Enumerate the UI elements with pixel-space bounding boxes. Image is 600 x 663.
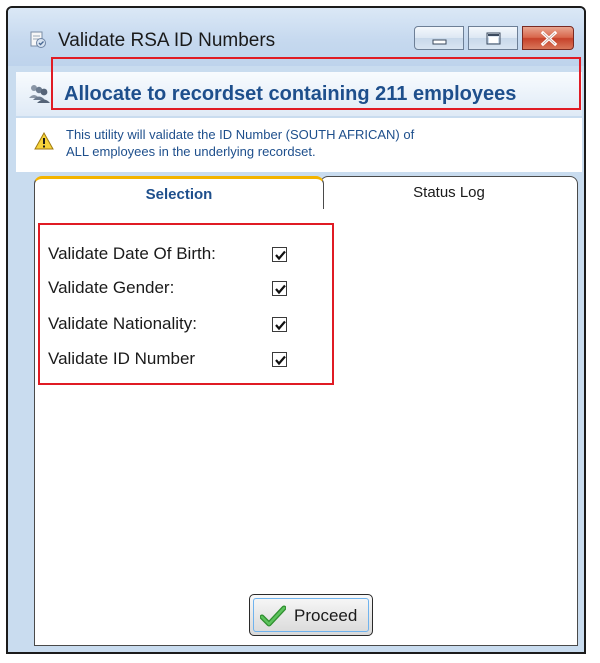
document-validate-icon xyxy=(28,30,48,50)
title-bar[interactable]: Validate RSA ID Numbers xyxy=(8,8,584,66)
checkmark-icon xyxy=(275,320,286,331)
tab-status-log[interactable]: Status Log xyxy=(320,176,578,209)
checkmark-icon xyxy=(275,284,286,295)
window-title: Validate RSA ID Numbers xyxy=(58,30,276,51)
close-icon xyxy=(540,30,558,47)
header-title: Allocate to recordset containing 211 emp… xyxy=(64,83,517,105)
id-number-checkbox[interactable] xyxy=(272,352,287,367)
maximize-icon xyxy=(486,32,501,45)
proceed-button[interactable]: Proceed xyxy=(249,594,373,636)
checkmark-icon xyxy=(275,355,286,366)
info-band: This utility will validate the ID Number… xyxy=(16,118,582,172)
minimize-button[interactable] xyxy=(414,26,464,50)
option-validate-nationality[interactable]: Validate Nationality: xyxy=(48,314,308,338)
nationality-checkbox[interactable] xyxy=(272,317,287,332)
option-validate-gender[interactable]: Validate Gender: xyxy=(48,278,308,302)
close-button[interactable] xyxy=(522,26,574,50)
option-label: Validate Nationality: xyxy=(48,314,197,333)
info-line-1: This utility will validate the ID Number… xyxy=(66,127,415,142)
date-of-birth-checkbox[interactable] xyxy=(272,247,287,262)
header-band: Allocate to recordset containing 211 emp… xyxy=(16,72,582,116)
checkmark-icon xyxy=(275,250,286,261)
option-validate-date-of-birth[interactable]: Validate Date Of Birth: xyxy=(48,244,308,268)
gender-checkbox[interactable] xyxy=(272,281,287,296)
checkmark-icon xyxy=(259,605,287,627)
info-line-2: ALL employees in the underlying recordse… xyxy=(66,144,316,159)
maximize-button[interactable] xyxy=(468,26,518,50)
option-label: Validate Date Of Birth: xyxy=(48,244,216,263)
option-label: Validate Gender: xyxy=(48,278,175,297)
option-validate-id-number[interactable]: Validate ID Number xyxy=(48,349,308,373)
proceed-label: Proceed xyxy=(294,606,358,625)
info-text: This utility will validate the ID Number… xyxy=(66,126,566,160)
warning-icon xyxy=(34,131,54,150)
people-group-icon xyxy=(28,82,50,104)
tab-selection[interactable]: Selection xyxy=(34,176,324,209)
option-label: Validate ID Number xyxy=(48,349,196,368)
minimize-icon xyxy=(432,39,447,45)
